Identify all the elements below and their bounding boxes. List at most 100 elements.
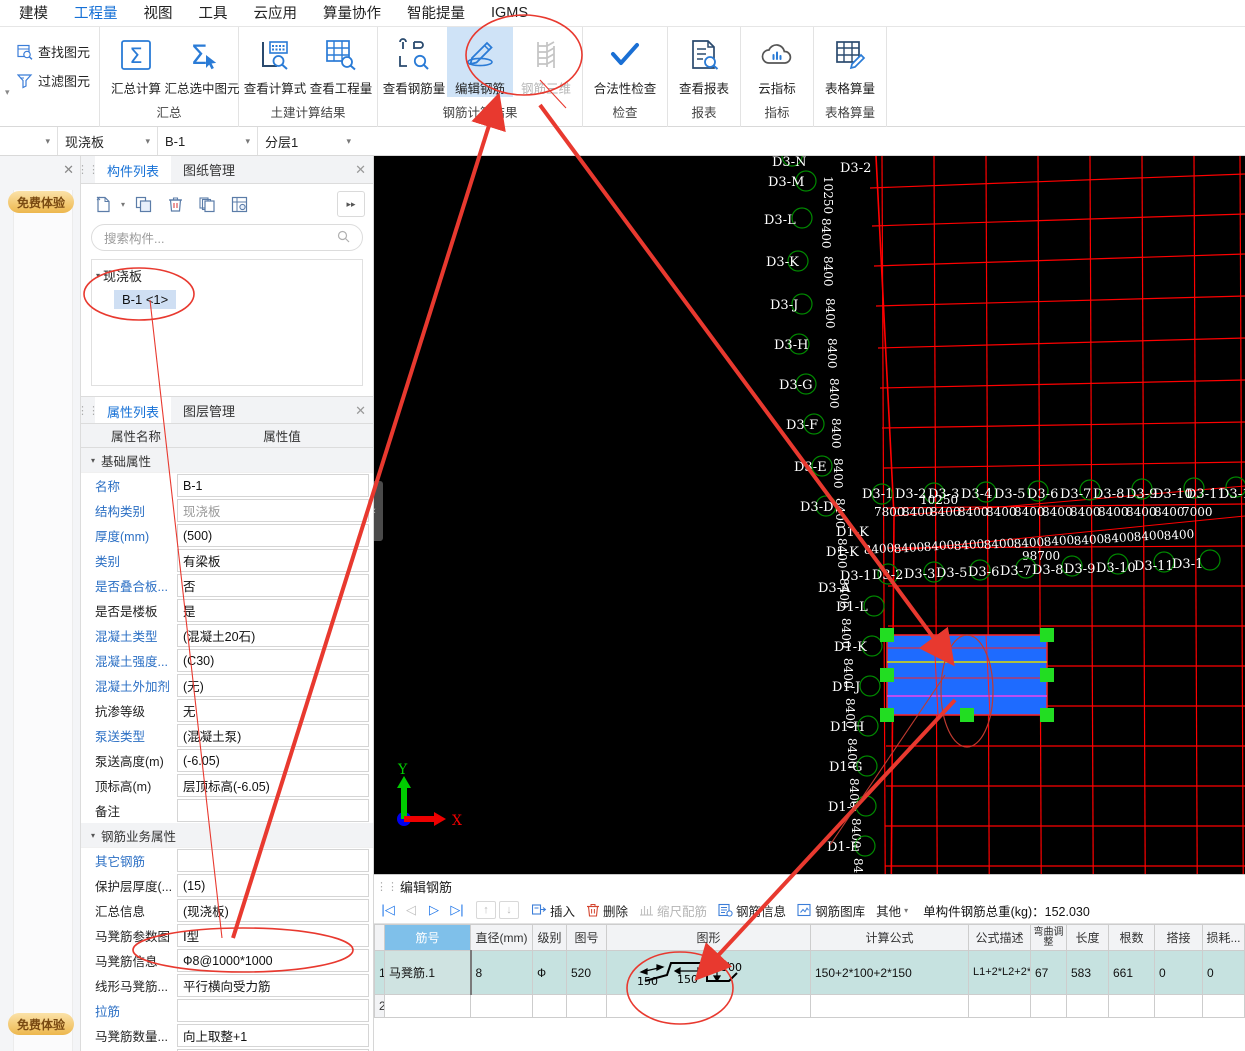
duplicate-component-button[interactable]	[193, 191, 221, 217]
cell-grade[interactable]	[532, 994, 567, 1018]
property-value[interactable]: 是	[177, 599, 369, 622]
component-tree[interactable]: ▾ 现浇板 B-1 <1>	[91, 259, 363, 386]
table-calc-button[interactable]: 表格算量	[817, 27, 883, 97]
edit-rebar-button[interactable]: 编辑钢筋	[447, 27, 513, 97]
property-value[interactable]: (-6.05)	[177, 749, 369, 772]
last-record-button[interactable]: ▷|	[447, 902, 467, 918]
panel-grip-icon[interactable]: ⋮⋮	[77, 156, 99, 183]
col-header-diameter[interactable]: 直径(mm)	[470, 924, 533, 951]
group-collapse-icon[interactable]: ▾	[91, 456, 95, 465]
tree-node-root[interactable]: ▾ 现浇板	[92, 264, 362, 287]
scale-rebar-button[interactable]: 缩尺配筋	[635, 901, 711, 920]
new-component-caret-icon[interactable]: ▾	[121, 200, 125, 209]
delete-button[interactable]: 删除	[582, 901, 632, 920]
cell-loss[interactable]	[1202, 994, 1245, 1018]
component-search-input[interactable]: 搜索构件...	[91, 224, 363, 251]
next-record-button[interactable]: ▷	[424, 902, 444, 918]
col-header-figure-no[interactable]: 图号	[566, 924, 607, 951]
table-row[interactable]: 其它钢筋	[81, 848, 373, 873]
tree-item-b1[interactable]: B-1 <1>	[114, 290, 177, 309]
tree-collapse-icon[interactable]: ▾	[96, 271, 100, 280]
cell-formula-desc[interactable]	[968, 994, 1031, 1018]
cell-figure-no[interactable]: 520	[566, 950, 607, 995]
menu-item-zhinengtiliang[interactable]: 智能提量	[394, 0, 478, 27]
cell-loss[interactable]: 0	[1202, 950, 1245, 995]
menu-item-gongchengliang[interactable]: 工程量	[61, 0, 131, 30]
rebar-library-button[interactable]: 钢筋图库	[793, 901, 869, 920]
insert-button[interactable]: 插入	[528, 901, 579, 920]
cell-formula-desc[interactable]: L1+2*L2+2*L3	[968, 950, 1031, 995]
cell-grade[interactable]: Ф	[532, 950, 567, 995]
col-header-lap[interactable]: 搭接	[1154, 924, 1203, 951]
rail-close-icon[interactable]: ✕	[63, 162, 74, 178]
col-header-grade[interactable]: 级别	[532, 924, 567, 951]
move-down-button[interactable]: ↓	[499, 901, 519, 919]
property-value[interactable]: (15)	[177, 874, 369, 897]
property-group-rebar[interactable]: ▾ 钢筋业务属性	[81, 823, 373, 848]
property-value[interactable]: B-1	[177, 474, 369, 497]
move-up-button[interactable]: ↑	[476, 901, 496, 919]
cell-lap[interactable]: 0	[1154, 950, 1203, 995]
menu-item-suanliangxiezuo[interactable]: 算量协作	[310, 0, 394, 27]
selector-0[interactable]: ▾	[0, 127, 58, 155]
property-value[interactable]	[177, 849, 369, 872]
col-header-bend-adjust[interactable]: 弯曲调整	[1030, 924, 1067, 951]
table-row[interactable]: 是否叠合板... 否	[81, 573, 373, 598]
property-value[interactable]	[177, 799, 369, 822]
menu-item-jianmo[interactable]: 建模	[6, 0, 61, 27]
property-value-masongjin[interactable]: Ф8@1000*1000	[177, 949, 369, 972]
col-header-length[interactable]: 长度	[1066, 924, 1109, 951]
tab-property-list[interactable]: 属性列表	[95, 397, 172, 423]
table-row[interactable]: 混凝土类型 (混凝土20石)	[81, 623, 373, 648]
view-formula-button[interactable]: 查看计算式	[242, 27, 308, 97]
rebar-panel-grip-icon[interactable]: ⋮⋮	[376, 880, 398, 893]
view-rebar-qty-button[interactable]: 查看钢筋量	[381, 27, 447, 97]
col-header-shape[interactable]: 图形	[606, 924, 811, 951]
free-trial-badge-bottom[interactable]: 免费体验	[8, 1013, 75, 1035]
table-row[interactable]: 泵送高度(m) (-6.05)	[81, 748, 373, 773]
table-row-masongjin-info[interactable]: 马凳筋信息 Ф8@1000*1000	[81, 948, 373, 973]
first-record-button[interactable]: |◁	[378, 902, 398, 918]
legality-check-button[interactable]: 合法性检查	[586, 27, 664, 97]
table-row[interactable]: 混凝土外加剂 (无)	[81, 673, 373, 698]
menu-item-shitu[interactable]: 视图	[131, 0, 186, 27]
cell-shape[interactable]: 150 150 100	[606, 950, 811, 995]
col-header-jinhao[interactable]: 筋号	[384, 924, 471, 951]
property-value[interactable]: (混凝土泵)	[177, 724, 369, 747]
cell-length[interactable]	[1066, 994, 1109, 1018]
menu-item-igms[interactable]: IGMS	[478, 2, 541, 25]
view-report-button[interactable]: 查看报表	[671, 27, 737, 97]
group-collapse-icon[interactable]: ▾	[91, 831, 95, 840]
table-row[interactable]: 顶标高(m) 层顶标高(-6.05)	[81, 773, 373, 798]
panel-collapse-handle[interactable]: ‹	[374, 481, 383, 541]
property-panel-close-icon[interactable]: ✕	[355, 403, 366, 419]
property-value[interactable]: 无	[177, 699, 369, 722]
property-group-basic[interactable]: ▾ 基础属性	[81, 448, 373, 473]
table-row[interactable]: 线形马凳筋... 平行横向受力筋	[81, 973, 373, 998]
property-value[interactable]: (无)	[177, 674, 369, 697]
expand-panel-button[interactable]: ▸▸	[337, 191, 365, 217]
cell-shape[interactable]	[606, 994, 811, 1018]
table-row[interactable]: 马凳筋参数图 Ⅰ型	[81, 923, 373, 948]
property-value[interactable]	[177, 999, 369, 1022]
ribbon-collapse-icon[interactable]: ▾	[5, 87, 10, 98]
selector-component-name[interactable]: B-1 ▾	[158, 127, 258, 155]
filter-element-button[interactable]: 过滤图元	[11, 66, 96, 95]
delete-component-button[interactable]	[161, 191, 189, 217]
col-header-loss[interactable]: 损耗...	[1202, 924, 1245, 951]
property-value[interactable]: (C30)	[177, 649, 369, 672]
cell-diameter[interactable]: 8	[470, 950, 533, 995]
selector-component-type[interactable]: 现浇板 ▾	[58, 127, 158, 155]
table-row[interactable]: 2	[374, 994, 1245, 1018]
property-value[interactable]: 平行横向受力筋	[177, 974, 369, 997]
tab-layer-manage[interactable]: 图层管理	[171, 397, 247, 423]
cell-formula[interactable]: 150+2*100+2*150	[810, 950, 969, 995]
summary-selected-button[interactable]: Σ 汇总选中图元	[165, 27, 240, 97]
free-trial-badge-top[interactable]: 免费体验	[8, 191, 75, 213]
rebar-table[interactable]: 筋号 直径(mm) 级别 图号 图形 计算公式 公式描述 弯曲调整 长度 根数 …	[374, 924, 1245, 1018]
col-header-formula[interactable]: 计算公式	[810, 924, 969, 951]
table-row[interactable]: 马凳筋数量... 向上取整+1	[81, 1023, 373, 1048]
cell-figure-no[interactable]	[566, 994, 607, 1018]
cell-bend-adjust[interactable]	[1030, 994, 1067, 1018]
rebar-info-button[interactable]: 钢筋信息	[714, 901, 790, 920]
